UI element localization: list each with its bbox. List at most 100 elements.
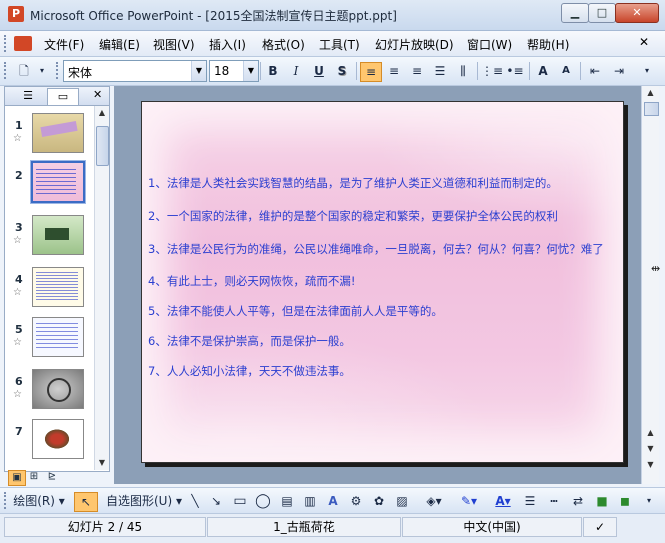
increase-indent-icon[interactable]: ⇥ — [609, 62, 629, 80]
slide-thumbnail-2[interactable] — [30, 160, 86, 204]
chevron-down-icon[interactable]: ▼ — [191, 61, 206, 81]
slideshow-view-icon[interactable]: ⊵ — [44, 470, 60, 484]
scrollbar-thumb[interactable] — [644, 102, 659, 116]
bold-button[interactable]: B — [263, 62, 283, 80]
diagram-icon[interactable]: ⚙ — [346, 492, 366, 510]
decrease-font-size-button[interactable]: A — [556, 62, 576, 80]
rectangle-tool-icon[interactable]: ▭ — [230, 492, 250, 510]
justify-icon[interactable]: ☰ — [430, 62, 450, 80]
arrow-style-icon[interactable]: ⇄ — [568, 492, 588, 510]
oval-tool-icon[interactable]: ◯ — [253, 492, 273, 510]
slide-text-line[interactable]: 5、法律不能使人人平等，但是在法律面前人人是平等的。 — [148, 303, 443, 319]
numbering-icon[interactable]: ⋮≡ — [481, 62, 503, 80]
toolbar-grip-handle[interactable] — [56, 62, 61, 79]
menu-view[interactable]: 视图(V) — [153, 36, 195, 53]
3d-style-icon[interactable]: ◼ — [615, 492, 635, 510]
toolbar-options-icon[interactable]: ▾ — [640, 62, 654, 80]
slide-sorter-view-icon[interactable]: ⊞ — [26, 470, 42, 484]
align-center-icon[interactable]: ≡ — [384, 62, 404, 80]
italic-button[interactable]: I — [286, 62, 306, 80]
shadow-style-icon[interactable]: ■ — [592, 492, 612, 510]
font-size-select[interactable]: 18 ▼ — [209, 60, 259, 82]
toolbar-separator — [356, 62, 357, 80]
powerpoint-app-icon[interactable]: P — [8, 6, 24, 22]
slide-text-line[interactable]: 4、有此上士，则必天网恢恢，疏而不漏! — [148, 273, 355, 289]
draw-menu-button[interactable]: 绘图(R) ▾ — [10, 492, 68, 510]
menu-tools[interactable]: 工具(T) — [319, 36, 360, 53]
maximize-button[interactable]: □ — [588, 3, 616, 23]
font-name-select[interactable]: 宋体 ▼ — [63, 60, 207, 82]
slide-text-line[interactable]: 6、法律不是保护崇高，而是保护一般。 — [148, 333, 351, 349]
font-color-icon[interactable]: A▾ — [488, 492, 518, 510]
close-document-icon[interactable]: ✕ — [639, 35, 649, 49]
slide-text-line[interactable]: 2、一个国家的法律，维护的是整个国家的稳定和繁荣，更要保护全体公民的权利 — [148, 208, 558, 224]
document-icon[interactable] — [14, 36, 32, 51]
menu-file[interactable]: 文件(F) — [44, 36, 84, 53]
bullets-icon[interactable]: •≡ — [505, 62, 525, 80]
arrow-tool-icon[interactable]: ↘ — [207, 492, 225, 510]
menu-format[interactable]: 格式(O) — [262, 36, 305, 53]
spelling-check-icon[interactable]: ✓ — [583, 517, 617, 537]
fill-color-icon[interactable]: ◈▾ — [420, 492, 448, 510]
scroll-down-icon[interactable]: ▼ — [95, 456, 109, 470]
slide-number: 3 — [15, 221, 23, 234]
align-right-icon[interactable]: ≡ — [407, 62, 427, 80]
slide-text-line[interactable]: 1、法律是人类社会实践智慧的结晶，是为了维护人类正义道德和利益而制定的。 — [148, 175, 558, 191]
scroll-down-icon[interactable]: ▼ — [643, 458, 658, 472]
close-button[interactable]: ✕ — [615, 3, 659, 23]
slide-thumbnail-1[interactable] — [32, 113, 84, 153]
dash-style-icon[interactable]: ┅ — [544, 492, 564, 510]
align-left-button[interactable]: ≡ — [360, 62, 382, 82]
normal-view-icon[interactable]: ▣ — [8, 470, 26, 486]
scrollbar-thumb[interactable] — [96, 126, 109, 166]
menu-edit[interactable]: 编辑(E) — [99, 36, 140, 53]
select-objects-icon[interactable]: ↖ — [74, 492, 98, 512]
menu-help[interactable]: 帮助(H) — [527, 36, 569, 53]
slide-thumbnail-6[interactable] — [32, 369, 84, 409]
toolbar-options-icon[interactable]: ▾ — [36, 62, 48, 80]
line-style-icon[interactable]: ☰ — [520, 492, 540, 510]
slide-thumbnail-7[interactable] — [32, 419, 84, 459]
slide-canvas[interactable]: 1、法律是人类社会实践智慧的结晶，是为了维护人类正义道德和利益而制定的。 2、一… — [141, 101, 624, 463]
design-template-status[interactable]: 1_古瓶荷花 — [207, 517, 401, 537]
slide-vertical-scrollbar[interactable]: ▲ ▲ ▼ ▼ — [641, 86, 659, 484]
menu-insert[interactable]: 插入(I) — [209, 36, 246, 53]
line-tool-icon[interactable]: ╲ — [186, 492, 204, 510]
slide-thumbnail-4[interactable] — [32, 267, 84, 307]
slide-text-line[interactable]: 7、人人必知小法律，天天不做违法事。 — [148, 363, 351, 379]
shadow-button[interactable]: S — [332, 62, 352, 80]
autoshapes-menu-button[interactable]: 自选图形(U) ▾ — [104, 492, 184, 510]
scroll-up-icon[interactable]: ▲ — [643, 86, 658, 100]
menu-window[interactable]: 窗口(W) — [467, 36, 512, 53]
new-document-icon[interactable]: 🗋 — [14, 62, 34, 80]
drawing-toolbar: 绘图(R) ▾ ↖ 自选图形(U) ▾ ╲ ↘ ▭ ◯ ▤ ▥ A ⚙ ✿ ▨ … — [0, 487, 665, 513]
tab-outline[interactable]: ☰ — [13, 88, 43, 104]
vertical-textbox-icon[interactable]: ▥ — [300, 492, 320, 510]
menu-grip-handle[interactable] — [4, 35, 9, 52]
scroll-up-icon[interactable]: ▲ — [95, 106, 109, 120]
close-pane-icon[interactable]: ✕ — [93, 88, 102, 101]
slides-pane-scrollbar[interactable]: ▲ ▼ — [94, 106, 109, 470]
increase-font-size-button[interactable]: A — [533, 62, 553, 80]
decrease-indent-icon[interactable]: ⇤ — [585, 62, 605, 80]
previous-slide-icon[interactable]: ▲ — [643, 426, 658, 440]
textbox-tool-icon[interactable]: ▤ — [277, 492, 297, 510]
underline-button[interactable]: U — [309, 62, 329, 80]
insert-picture-icon[interactable]: ▨ — [392, 492, 412, 510]
line-color-icon[interactable]: ✎▾ — [452, 492, 486, 510]
slide-text-line[interactable]: 3、法律是公民行为的准绳，公民以准绳唯命，一旦脱离，何去？何从？何喜？何忧？难了 — [148, 241, 604, 257]
slide-thumbnail-3[interactable] — [32, 215, 84, 255]
toolbar-options-icon[interactable]: ▾ — [642, 492, 656, 510]
tab-slides[interactable]: ▭ — [47, 88, 79, 105]
wordart-icon[interactable]: A — [323, 492, 343, 510]
minimize-button[interactable]: ▁ — [561, 3, 589, 23]
menu-slideshow[interactable]: 幻灯片放映(D) — [375, 36, 454, 53]
clipart-icon[interactable]: ✿ — [369, 492, 389, 510]
distributed-align-icon[interactable]: ⫼ — [453, 62, 473, 80]
chevron-down-icon[interactable]: ▼ — [243, 61, 258, 81]
thumbnail-title-shape — [40, 120, 78, 138]
slide-thumbnail-5[interactable] — [32, 317, 84, 357]
toolbar-grip-handle[interactable] — [4, 492, 9, 509]
toolbar-grip-handle[interactable] — [4, 62, 9, 79]
next-slide-icon[interactable]: ▼ — [643, 442, 658, 456]
